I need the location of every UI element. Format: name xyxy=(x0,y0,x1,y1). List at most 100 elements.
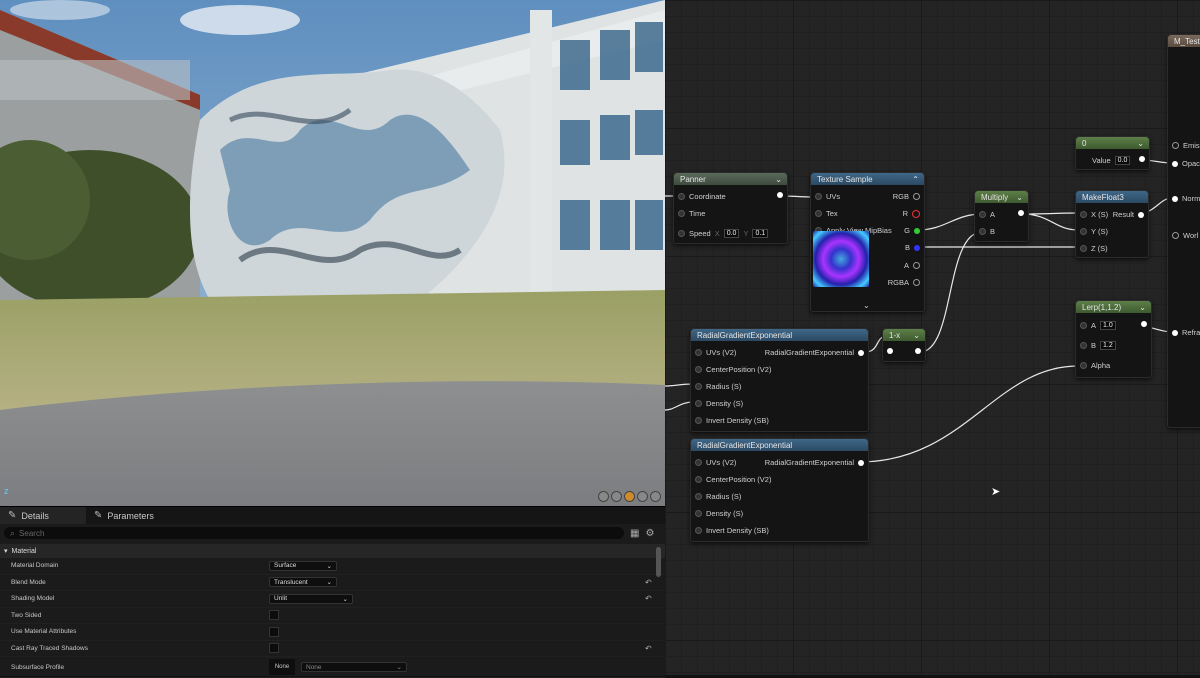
output-pin-g[interactable]: G xyxy=(904,226,920,235)
settings-gear-icon[interactable]: ⚙ xyxy=(645,528,654,539)
radial-gradient-node[interactable]: RadialGradientExponential UVs (V2) Cente… xyxy=(690,328,869,432)
chevron-down-icon[interactable]: ⌄ xyxy=(775,175,782,184)
input-pin[interactable]: UVs xyxy=(815,192,840,201)
multiply-node[interactable]: Multiply ⌄ A B xyxy=(974,190,1029,242)
chevron-down-icon[interactable]: ⌄ xyxy=(1139,303,1146,312)
output-pin[interactable]: Result xyxy=(1113,210,1144,219)
input-pin[interactable]: Density (S) xyxy=(695,399,743,408)
expand-arrow-icon[interactable]: ⌄ xyxy=(863,301,870,310)
input-pin[interactable]: Tex xyxy=(815,209,838,218)
output-pin[interactable] xyxy=(777,192,783,198)
plane-mesh-icon[interactable] xyxy=(624,491,635,502)
constant-value[interactable]: Value 0.0 xyxy=(1092,156,1131,165)
output-pin[interactable] xyxy=(1139,156,1145,162)
output-pin[interactable]: RadialGradientExponential xyxy=(765,348,864,357)
input-pin-emissive[interactable]: Emis xyxy=(1172,141,1200,150)
table-view-icon[interactable]: ▦ xyxy=(630,528,639,539)
node-header[interactable]: RadialGradientExponential xyxy=(691,439,868,451)
input-pin[interactable]: Y (S) xyxy=(1080,227,1108,236)
input-pin[interactable]: A xyxy=(979,210,995,219)
radial-gradient-node[interactable]: RadialGradientExponential UVs (V2) Cente… xyxy=(690,438,869,542)
chevron-down-icon[interactable]: ⌄ xyxy=(1016,193,1023,202)
output-pin-rgba[interactable]: RGBA xyxy=(888,278,920,287)
node-header[interactable]: Multiply ⌄ xyxy=(975,191,1028,203)
cylinder-mesh-icon[interactable] xyxy=(598,491,609,502)
makefloat3-node[interactable]: MakeFloat3 X (S) Y (S) Z (S) Result xyxy=(1075,190,1149,258)
input-pin[interactable]: Invert Density (SB) xyxy=(695,416,769,425)
material-domain-dropdown[interactable]: Surface ⌄ xyxy=(269,560,337,571)
cube-mesh-icon[interactable] xyxy=(637,491,648,502)
output-pin-rgb[interactable]: RGB xyxy=(893,192,920,201)
node-header[interactable]: Lerp(1,1.2) ⌄ xyxy=(1076,301,1151,313)
input-pin[interactable]: Density (S) xyxy=(695,509,743,518)
one-minus-node[interactable]: 1-x ⌄ xyxy=(882,328,926,362)
use-material-attributes-checkbox[interactable] xyxy=(269,626,279,637)
input-pin-opacity[interactable]: Opac xyxy=(1172,159,1200,168)
input-pin[interactable]: Speed X 0.0 Y 0.1 xyxy=(678,229,769,238)
input-pin[interactable]: Radius (S) xyxy=(695,382,741,391)
node-header[interactable]: Panner ⌄ xyxy=(674,173,787,185)
output-pin-a[interactable]: A xyxy=(904,261,920,270)
node-header[interactable]: RadialGradientExponential xyxy=(691,329,868,341)
node-header[interactable]: Texture Sample ⌃ xyxy=(811,173,924,185)
panner-node[interactable]: Panner ⌄ Coordinate Time Speed X 0.0 Y 0.1 xyxy=(673,172,788,244)
input-pin[interactable]: Radius (S) xyxy=(695,492,741,501)
input-pin[interactable]: Invert Density (SB) xyxy=(695,526,769,535)
chevron-down-icon[interactable]: ⌄ xyxy=(1137,139,1144,148)
input-pin-refraction[interactable]: Refra xyxy=(1172,328,1200,337)
chevron-down-icon[interactable]: ⌄ xyxy=(913,331,920,340)
asset-thumbnail[interactable]: None xyxy=(269,659,295,675)
input-pin[interactable]: Z (S) xyxy=(1080,244,1108,253)
blend-mode-dropdown[interactable]: Translucent ⌄ xyxy=(269,577,337,588)
output-pin[interactable] xyxy=(1141,321,1147,327)
output-pin-b[interactable]: B xyxy=(905,243,920,252)
shading-model-dropdown[interactable]: Unlit ⌄ xyxy=(269,593,353,604)
lerp-node[interactable]: Lerp(1,1.2) ⌄ A 1.0 B 1.2 Alpha xyxy=(1075,300,1152,378)
input-pin[interactable]: UVs (V2) xyxy=(695,348,736,357)
input-pin[interactable]: Time xyxy=(678,209,705,218)
value-field[interactable]: 0.0 xyxy=(1114,156,1131,165)
input-pin[interactable]: Coordinate xyxy=(678,192,726,201)
node-header[interactable]: 1-x ⌄ xyxy=(883,329,925,341)
speed-x-field[interactable]: 0.0 xyxy=(723,229,740,238)
reset-to-default-icon[interactable]: ↶ xyxy=(645,578,652,587)
input-pin[interactable]: Alpha xyxy=(1080,361,1110,370)
input-pin[interactable]: A 1.0 xyxy=(1080,321,1116,330)
constant-node[interactable]: 0 ⌄ Value 0.0 xyxy=(1075,136,1150,170)
input-pin[interactable]: B 1.2 xyxy=(1080,341,1116,350)
chevron-up-icon[interactable]: ⌃ xyxy=(912,175,919,184)
scrollbar[interactable] xyxy=(656,547,661,577)
output-pin[interactable] xyxy=(915,348,921,354)
cast-ray-traced-shadows-checkbox[interactable] xyxy=(269,643,279,654)
reset-to-default-icon[interactable]: ↶ xyxy=(645,594,652,603)
a-value-field[interactable]: 1.0 xyxy=(1100,321,1116,330)
section-material[interactable]: ▾ Material xyxy=(0,544,665,558)
reset-to-default-icon[interactable]: ↶ xyxy=(645,644,652,653)
output-pin[interactable]: RadialGradientExponential xyxy=(765,458,864,467)
material-graph[interactable]: Panner ⌄ Coordinate Time Speed X 0.0 Y 0.1 … xyxy=(665,0,1200,675)
input-pin[interactable]: X (S) xyxy=(1080,210,1108,219)
input-pin[interactable]: UVs (V2) xyxy=(695,458,736,467)
input-pin[interactable]: B xyxy=(979,227,995,236)
speed-y-field[interactable]: 0.1 xyxy=(752,229,769,238)
teapot-mesh-icon[interactable] xyxy=(650,491,661,502)
tab-details[interactable]: ✎ Details xyxy=(0,507,86,524)
input-pin[interactable]: CenterPosition (V2) xyxy=(695,365,771,374)
subsurface-profile-dropdown[interactable]: None ⌄ xyxy=(301,662,407,672)
search-input[interactable]: ⌕ Search xyxy=(4,527,624,539)
viewport[interactable]: z xyxy=(0,0,665,506)
node-header[interactable]: M_Test xyxy=(1168,35,1200,47)
material-output-node[interactable]: M_Test Emis Opac Norm Worl Refra xyxy=(1167,34,1200,428)
input-pin-normal[interactable]: Norm xyxy=(1172,194,1200,203)
two-sided-checkbox[interactable] xyxy=(269,610,279,621)
node-header[interactable]: MakeFloat3 xyxy=(1076,191,1148,203)
input-pin[interactable]: CenterPosition (V2) xyxy=(695,475,771,484)
input-pin[interactable] xyxy=(887,348,893,354)
tab-parameters[interactable]: ✎ Parameters xyxy=(86,507,162,524)
node-header[interactable]: 0 ⌄ xyxy=(1076,137,1149,149)
input-pin-world-position-offset[interactable]: Worl xyxy=(1172,231,1198,240)
texture-sample-node[interactable]: Texture Sample⌃ UVs Tex Apply View MipBi… xyxy=(810,172,925,312)
output-pin-r[interactable]: R xyxy=(903,209,920,218)
sphere-mesh-icon[interactable] xyxy=(611,491,622,502)
b-value-field[interactable]: 1.2 xyxy=(1100,341,1116,350)
